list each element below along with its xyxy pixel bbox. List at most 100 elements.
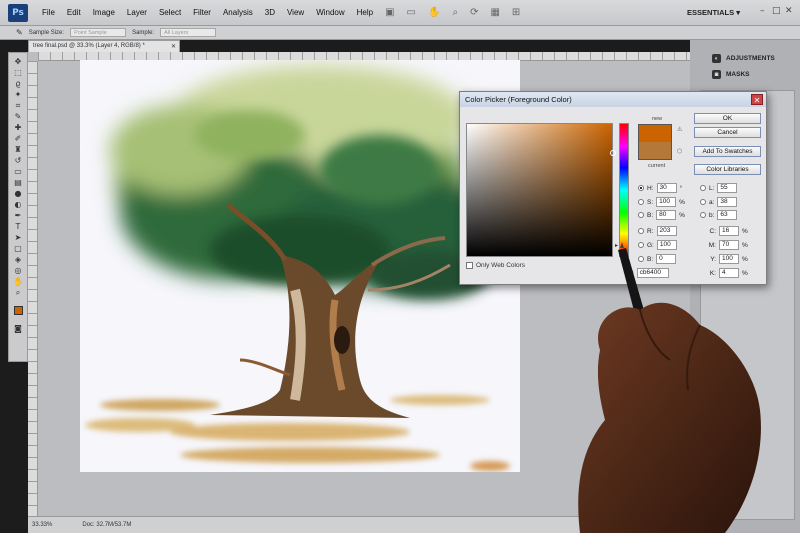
dodge-tool-icon[interactable]: ◐ [15,199,22,210]
sample-select[interactable]: All Layers [160,28,217,37]
marquee-tool-icon[interactable]: ⬚ [14,67,22,78]
zoom-icon[interactable]: ⌕ [452,7,458,18]
arrange-icon[interactable]: ▦ [490,7,499,18]
hue-slider[interactable] [619,123,629,257]
saturation-radio[interactable] [638,199,644,205]
tab-close-icon[interactable]: ✕ [171,43,176,50]
color-field-marker[interactable] [610,150,616,156]
saturation-row: S: 100 % [638,197,685,207]
current-color-swatch[interactable] [638,142,672,160]
green-radio[interactable] [638,242,644,248]
tree-painting [85,65,510,471]
eraser-tool-icon[interactable]: ▭ [14,166,22,177]
zoom-tool-icon[interactable]: ⌕ [16,287,20,298]
brightness-unit: % [679,211,685,219]
move-tool-icon[interactable]: ✥ [15,56,22,67]
menu-layer[interactable]: Layer [121,8,153,17]
canvas[interactable] [80,60,520,472]
hue-label: H: [647,184,654,192]
dialog-close-button[interactable]: ✕ [751,94,763,105]
brush-tool-icon[interactable]: ✐ [15,133,22,144]
foreground-color-swatch[interactable] [13,306,23,315]
document-tab[interactable]: tree final.psd @ 33.3% (Layer 4, RGB/8) … [28,40,180,52]
hand-tool-icon[interactable]: ✋ [428,7,440,18]
magenta-field[interactable]: 70 [719,240,739,250]
menu-file[interactable]: File [36,8,61,17]
magic-wand-tool-icon[interactable]: ✦ [15,89,22,100]
masks-label: MASKS [726,71,750,78]
menu-3d[interactable]: 3D [259,8,281,17]
only-web-colors-option[interactable]: Only Web Colors [466,262,525,269]
hand-icon[interactable]: ✋ [13,276,23,287]
blue-field[interactable]: 0 [656,254,677,264]
tools-panel: ✥ ⬚ ϱ ✦ ⌗ ✎ ✚ ✐ ♜ ↺ ▭ ▤ ● ◐ ✒ T ➤ ▢ ◈ ◎ … [8,52,28,362]
brightness-radio[interactable] [638,212,644,218]
brightness-field[interactable]: 80 [656,210,677,220]
lab-a-label: a: [709,198,715,206]
black-field[interactable]: 4 [719,268,739,278]
red-field[interactable]: 203 [656,226,677,236]
3d-orbit-icon[interactable]: ◎ [15,265,22,276]
ok-button[interactable]: OK [694,113,761,124]
sample-size-select[interactable]: Point Sample [70,28,127,37]
healing-tool-icon[interactable]: ✚ [15,122,22,133]
lab-l-radio[interactable] [700,185,706,191]
rotate-view-icon[interactable]: ⟳ [470,7,478,18]
web-safe-warning-icon[interactable]: ⬡ [677,148,684,155]
lasso-tool-icon[interactable]: ϱ [15,78,20,89]
hue-field[interactable]: 30 [656,183,677,193]
green-field[interactable]: 100 [656,240,677,250]
yellow-field[interactable]: 100 [719,254,739,264]
menu-help[interactable]: Help [351,8,379,17]
menu-view[interactable]: View [281,8,310,17]
lab-b-field[interactable]: 63 [717,210,738,220]
masks-panel-tab[interactable]: ◙ MASKS [712,70,749,79]
blue-radio[interactable] [638,256,644,262]
minimize-icon[interactable]: – [760,6,765,16]
stamp-tool-icon[interactable]: ♜ [14,144,21,155]
red-radio[interactable] [638,228,644,234]
adjustments-panel-tab[interactable]: ◐ ADJUSTMENTS [712,54,775,63]
color-libraries-button[interactable]: Color Libraries [694,164,761,175]
black-label: K: [709,269,716,277]
saturation-field[interactable]: 100 [656,197,677,207]
menu-analysis[interactable]: Analysis [217,8,259,17]
maximize-icon[interactable]: □ [772,6,781,16]
color-field[interactable] [466,123,613,257]
lab-b-radio[interactable] [700,212,706,218]
lab-a-radio[interactable] [700,199,706,205]
eyedropper-tool-icon[interactable]: ✎ [15,111,22,122]
menu-edit[interactable]: Edit [61,8,87,17]
crop-tool-icon[interactable]: ⌗ [16,100,21,111]
blur-tool-icon[interactable]: ● [15,188,22,199]
gradient-tool-icon[interactable]: ▤ [14,177,22,188]
menu-window[interactable]: Window [310,8,350,17]
add-to-swatches-button[interactable]: Add To Swatches [694,146,761,157]
extras-icon[interactable]: ⊞ [512,7,520,18]
hue-radio[interactable] [638,185,644,191]
cyan-field[interactable]: 16 [719,226,739,236]
shape-tool-icon[interactable]: ▢ [14,243,22,254]
eyedropper-icon[interactable]: ✎ [16,28,23,37]
hex-field[interactable]: cb6400 [636,268,669,278]
menu-image[interactable]: Image [87,8,121,17]
hue-slider-handle[interactable]: ▸ [615,242,618,249]
workspace-switcher[interactable]: ESSENTIALS ▾ [687,8,740,17]
path-selection-icon[interactable]: ➤ [15,232,22,243]
quick-mask-icon[interactable]: ◙ [14,323,22,334]
menu-select[interactable]: Select [153,8,187,17]
lab-l-field[interactable]: 55 [717,183,738,193]
screen-mode-icon[interactable]: ▭ [407,7,416,18]
zoom-level[interactable]: 33.33% [32,522,52,528]
type-tool-icon[interactable]: T [16,221,21,232]
3d-rotate-icon[interactable]: ◈ [15,254,21,265]
pen-tool-icon[interactable]: ✒ [15,210,22,221]
gamut-warning-icon[interactable]: ⚠ [677,126,684,133]
close-window-icon[interactable]: ✕ [785,6,793,16]
bridge-icon[interactable]: ▣ [385,7,394,18]
history-brush-icon[interactable]: ↺ [15,155,22,166]
only-web-colors-checkbox[interactable] [466,262,473,269]
lab-a-field[interactable]: 38 [717,197,738,207]
cancel-button[interactable]: Cancel [694,127,761,138]
menu-filter[interactable]: Filter [187,8,217,17]
